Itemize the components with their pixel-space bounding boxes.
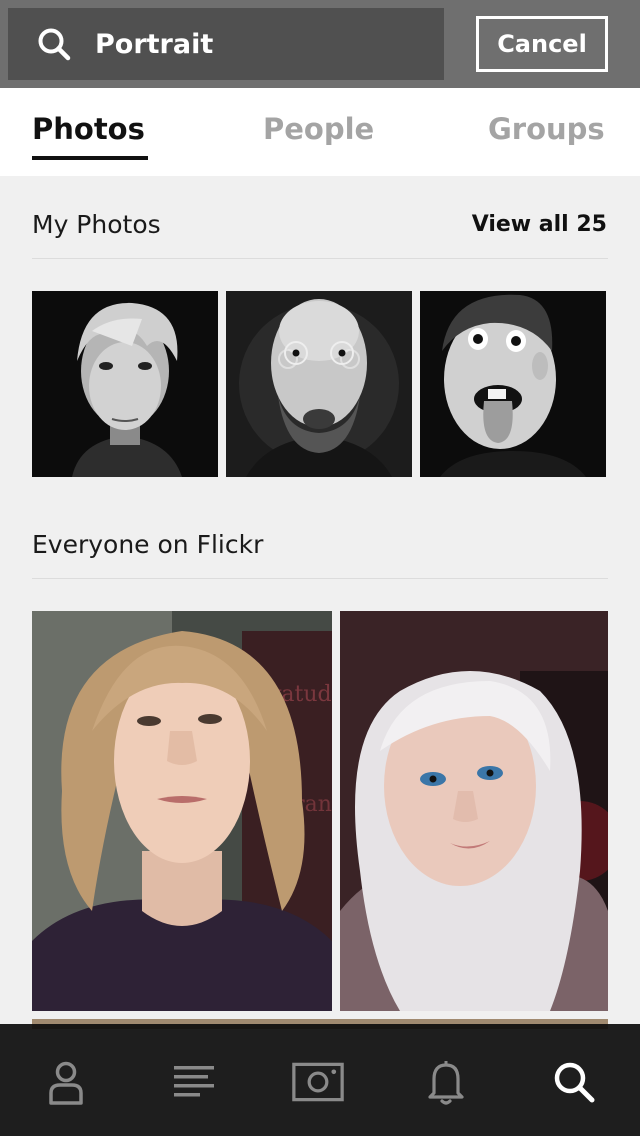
search-icon	[38, 28, 71, 61]
tab-people[interactable]: People	[263, 112, 374, 146]
search-nav-icon[interactable]	[548, 1056, 600, 1108]
everyone-on-flickr-title: Everyone on Flickr	[32, 530, 264, 559]
my-photo-thumbnail[interactable]	[226, 291, 412, 477]
tab-photos[interactable]: Photos	[32, 112, 145, 146]
notifications-icon[interactable]	[420, 1056, 472, 1108]
divider	[32, 578, 608, 579]
active-tab-indicator	[32, 156, 148, 160]
camera-icon[interactable]	[292, 1056, 344, 1108]
search-tabs: Photos People Groups	[0, 88, 640, 176]
photo-result[interactable]: Avatud toran	[32, 611, 332, 1011]
divider	[32, 258, 608, 259]
view-all-link[interactable]: View all 25	[472, 212, 607, 237]
search-box[interactable]	[8, 8, 444, 80]
search-input[interactable]	[95, 28, 415, 60]
bottom-navigation	[0, 1024, 640, 1136]
my-photo-thumbnail[interactable]	[32, 291, 218, 477]
feed-icon[interactable]	[168, 1056, 220, 1108]
cancel-button[interactable]: Cancel	[476, 16, 608, 72]
photo-result[interactable]	[340, 611, 608, 1011]
profile-icon[interactable]	[40, 1056, 92, 1108]
search-header: Cancel	[0, 0, 640, 88]
tab-groups[interactable]: Groups	[488, 112, 605, 146]
my-photos-title: My Photos	[32, 210, 161, 239]
my-photo-thumbnail[interactable]	[420, 291, 606, 477]
